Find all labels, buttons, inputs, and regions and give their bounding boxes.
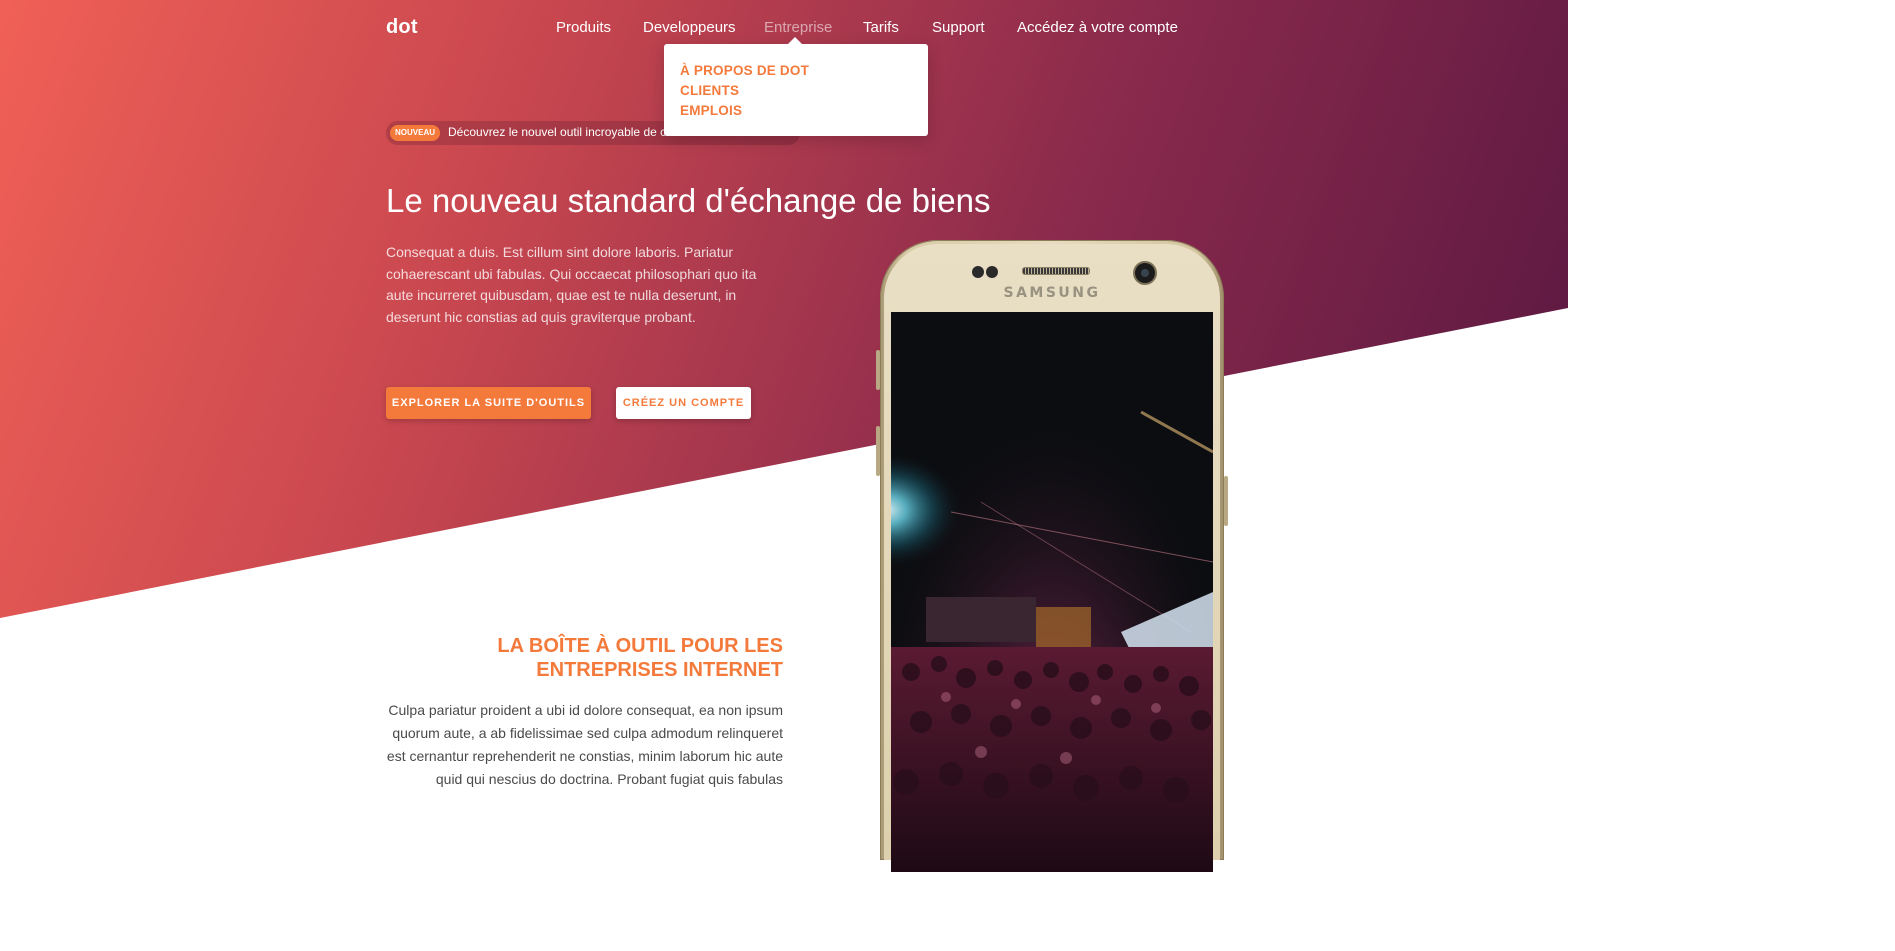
nav-item-developpeurs[interactable]: Developpeurs	[643, 19, 736, 36]
volume-button	[876, 426, 880, 476]
phone-body: SAMSUNG	[884, 244, 1220, 872]
nav-item-entreprise[interactable]: Entreprise	[764, 19, 832, 36]
create-account-button[interactable]: Créez un compte	[616, 387, 751, 419]
nav-item-support[interactable]: Support	[932, 19, 985, 36]
speaker-grille	[1022, 267, 1090, 275]
nav-item-tarifs[interactable]: Tarifs	[863, 19, 899, 36]
hero-lead-paragraph: Consequat a duis. Est cillum sint dolore…	[386, 244, 757, 325]
concert-crowd-photo	[891, 312, 1213, 872]
nav-item-produits[interactable]: Produits	[556, 19, 611, 36]
sensor-icon	[986, 266, 998, 278]
dropdown-item-emplois[interactable]: Emplois	[680, 103, 742, 118]
entreprise-dropdown-menu: À propos de dot Clients Emplois	[664, 37, 928, 136]
front-camera-icon	[1135, 263, 1155, 283]
hero-title: Le nouveau standard d'échange de biens	[386, 182, 991, 219]
dropdown-item-about[interactable]: À propos de dot	[680, 63, 809, 78]
feature-title: La boîte à outil pour les entreprises in…	[497, 635, 783, 681]
logo[interactable]: dot	[386, 16, 418, 39]
new-badge: Nouveau	[390, 125, 441, 141]
phone-mockup: SAMSUNG	[876, 240, 1228, 872]
power-button	[1224, 476, 1228, 526]
nav-item-account[interactable]: Accédez à votre compte	[1017, 19, 1178, 36]
dropdown-item-clients[interactable]: Clients	[680, 83, 739, 98]
announcement-text[interactable]: Découvrez le nouvel outil incroyable de …	[448, 125, 666, 139]
explore-tools-button[interactable]: Explorer la suite d'outils	[386, 387, 591, 419]
feature-body: Culpa pariatur proident a ubi id dolore …	[386, 702, 783, 787]
volume-button	[876, 350, 880, 390]
phone-brand-label: SAMSUNG	[1003, 285, 1101, 301]
sensor-icon	[972, 266, 984, 278]
phone-screen	[891, 312, 1213, 872]
